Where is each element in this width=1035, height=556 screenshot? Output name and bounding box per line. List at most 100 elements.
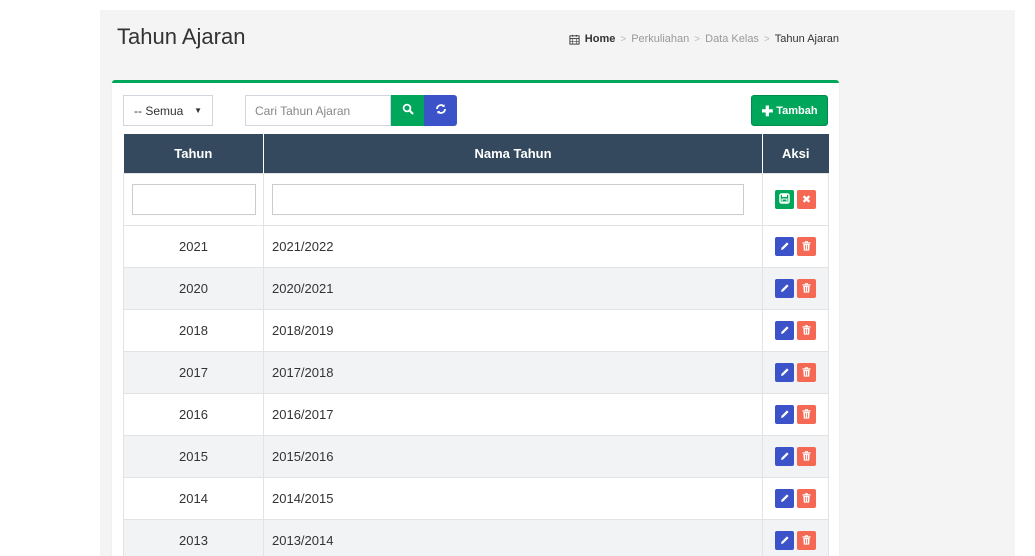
delete-button[interactable] <box>797 362 816 382</box>
breadcrumb-separator: > <box>763 33 770 45</box>
edit-button[interactable] <box>775 404 794 424</box>
table-row: 2017 2017/2018 <box>123 350 829 394</box>
column-header-tahun: Tahun <box>123 134 264 173</box>
cell-aksi <box>762 350 829 394</box>
edit-button[interactable] <box>775 488 794 508</box>
table-row: 2020 2020/2021 <box>123 266 829 310</box>
pencil-icon <box>780 281 790 296</box>
cancel-button[interactable]: ✖ <box>797 189 816 209</box>
column-header-aksi: Aksi <box>762 134 829 173</box>
cell-tahun: 2015 <box>123 434 264 478</box>
refresh-icon <box>435 103 447 118</box>
cell-nama-tahun: 2013/2014 <box>263 518 763 556</box>
trash-icon <box>802 491 811 506</box>
trash-icon <box>802 407 811 422</box>
breadcrumb-active: Tahun Ajaran <box>774 33 839 45</box>
cell-nama-tahun: 2014/2015 <box>263 476 763 520</box>
input-cell-tahun <box>123 172 264 226</box>
cell-aksi <box>762 224 829 268</box>
nama-tahun-input[interactable] <box>272 183 744 215</box>
delete-button[interactable] <box>797 488 816 508</box>
cell-tahun: 2021 <box>123 224 264 268</box>
table-row: 2016 2016/2017 <box>123 392 829 436</box>
cell-nama-tahun: 2016/2017 <box>263 392 763 436</box>
breadcrumb-perkuliahan-link[interactable]: Perkuliahan <box>631 33 689 45</box>
delete-button[interactable] <box>797 446 816 466</box>
cell-aksi <box>762 434 829 478</box>
cell-tahun: 2018 <box>123 308 264 352</box>
breadcrumb-data-kelas-link[interactable]: Data Kelas <box>705 33 759 45</box>
calendar-icon <box>569 34 580 45</box>
input-row: ✖ <box>123 172 829 226</box>
table-row: 2013 2013/2014 <box>123 518 829 556</box>
page-title: Tahun Ajaran <box>117 24 246 49</box>
search-icon <box>402 103 414 118</box>
trash-icon <box>802 323 811 338</box>
table-row: 2018 2018/2019 <box>123 308 829 352</box>
pencil-icon <box>780 407 790 422</box>
refresh-button[interactable] <box>424 95 457 126</box>
edit-button[interactable] <box>775 236 794 256</box>
table-row: 2021 2021/2022 <box>123 224 829 268</box>
cell-aksi <box>762 308 829 352</box>
edit-button[interactable] <box>775 320 794 340</box>
table-header-row: Tahun Nama Tahun Aksi <box>123 134 829 173</box>
edit-button[interactable] <box>775 446 794 466</box>
data-box: -- Semua ▼ ✚ Tambah Tahun Nama Tahun Aks… <box>112 80 839 556</box>
close-icon: ✖ <box>801 193 812 206</box>
save-button[interactable] <box>775 189 794 209</box>
cell-tahun: 2020 <box>123 266 264 310</box>
filter-select[interactable]: -- Semua ▼ <box>123 95 213 126</box>
breadcrumb: Home > Perkuliahan > Data Kelas > Tahun … <box>569 33 839 45</box>
trash-icon <box>802 239 811 254</box>
cell-nama-tahun: 2018/2019 <box>263 308 763 352</box>
delete-button[interactable] <box>797 278 816 298</box>
column-header-nama-tahun: Nama Tahun <box>263 134 763 173</box>
trash-icon <box>802 365 811 380</box>
cell-tahun: 2014 <box>123 476 264 520</box>
data-table: Tahun Nama Tahun Aksi ✖ 2021 2021/2022 2… <box>123 134 829 556</box>
delete-button[interactable] <box>797 236 816 256</box>
cell-aksi <box>762 266 829 310</box>
breadcrumb-separator: > <box>620 33 627 45</box>
pencil-icon <box>780 533 790 548</box>
pencil-icon <box>780 323 790 338</box>
search-button[interactable] <box>391 95 424 126</box>
input-cell-aksi: ✖ <box>762 172 829 226</box>
delete-button[interactable] <box>797 404 816 424</box>
cell-nama-tahun: 2017/2018 <box>263 350 763 394</box>
filter-select-value: -- Semua <box>134 103 184 118</box>
input-cell-nama <box>263 172 763 226</box>
cell-nama-tahun: 2021/2022 <box>263 224 763 268</box>
table-row: 2015 2015/2016 <box>123 434 829 478</box>
pencil-icon <box>780 239 790 254</box>
cell-aksi <box>762 476 829 520</box>
search-input[interactable] <box>245 95 391 126</box>
cell-nama-tahun: 2020/2021 <box>263 266 763 310</box>
cell-aksi <box>762 518 829 556</box>
cell-tahun: 2017 <box>123 350 264 394</box>
cell-tahun: 2013 <box>123 518 264 556</box>
save-icon <box>779 192 790 207</box>
cell-tahun: 2016 <box>123 392 264 436</box>
pencil-icon <box>780 491 790 506</box>
breadcrumb-separator: > <box>694 33 701 45</box>
edit-button[interactable] <box>775 362 794 382</box>
add-button-label: Tambah <box>776 104 818 117</box>
trash-icon <box>802 281 811 296</box>
delete-button[interactable] <box>797 530 816 550</box>
table-row: 2014 2014/2015 <box>123 476 829 520</box>
breadcrumb-home-link[interactable]: Home <box>585 33 616 45</box>
tahun-input[interactable] <box>132 183 256 215</box>
caret-down-icon: ▼ <box>194 106 202 115</box>
edit-button[interactable] <box>775 530 794 550</box>
pencil-icon <box>780 449 790 464</box>
pencil-icon <box>780 365 790 380</box>
edit-button[interactable] <box>775 278 794 298</box>
trash-icon <box>802 449 811 464</box>
plus-icon: ✚ <box>761 102 774 119</box>
delete-button[interactable] <box>797 320 816 340</box>
cell-aksi <box>762 392 829 436</box>
trash-icon <box>802 533 811 548</box>
add-button[interactable]: ✚ Tambah <box>751 95 828 126</box>
